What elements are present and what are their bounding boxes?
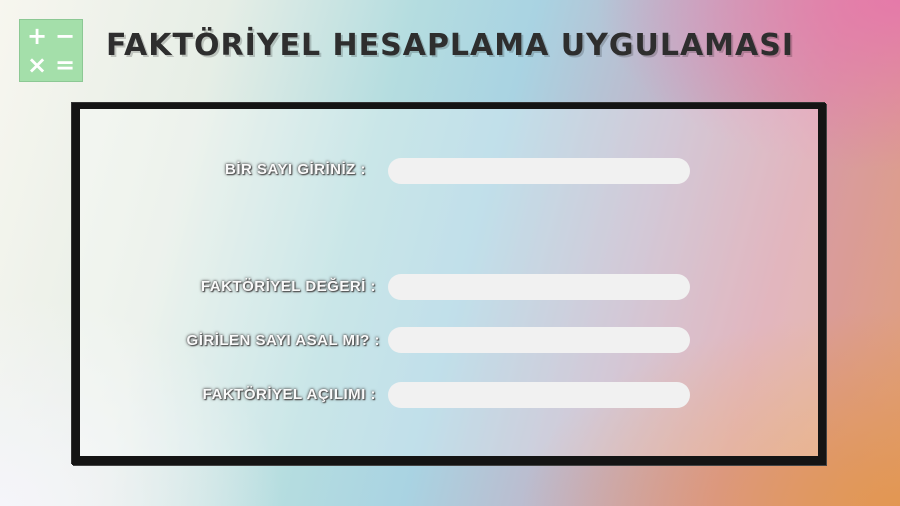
factorial-expansion-field[interactable] <box>388 382 690 408</box>
prime-check-field[interactable] <box>388 327 690 353</box>
minus-icon: − <box>54 22 76 50</box>
prime-check-label: GİRİLEN SAYI ASAL MI? : <box>186 332 380 349</box>
factorial-value-field[interactable] <box>388 274 690 300</box>
factorial-expansion-label: FAKTÖRİYEL AÇILIMI : <box>202 386 376 403</box>
equals-icon: = <box>54 51 76 79</box>
number-input[interactable] <box>388 158 690 184</box>
plus-icon: + <box>26 22 48 50</box>
multiply-icon: × <box>26 51 48 79</box>
factorial-value-label: FAKTÖRİYEL DEĞERİ : <box>200 278 376 295</box>
number-input-label: BİR SAYI GİRİNİZ : <box>225 161 366 178</box>
calculator-icon: + − × = <box>19 19 83 82</box>
app-title: FAKTÖRİYEL HESAPLAMA UYGULAMASI <box>106 28 795 63</box>
